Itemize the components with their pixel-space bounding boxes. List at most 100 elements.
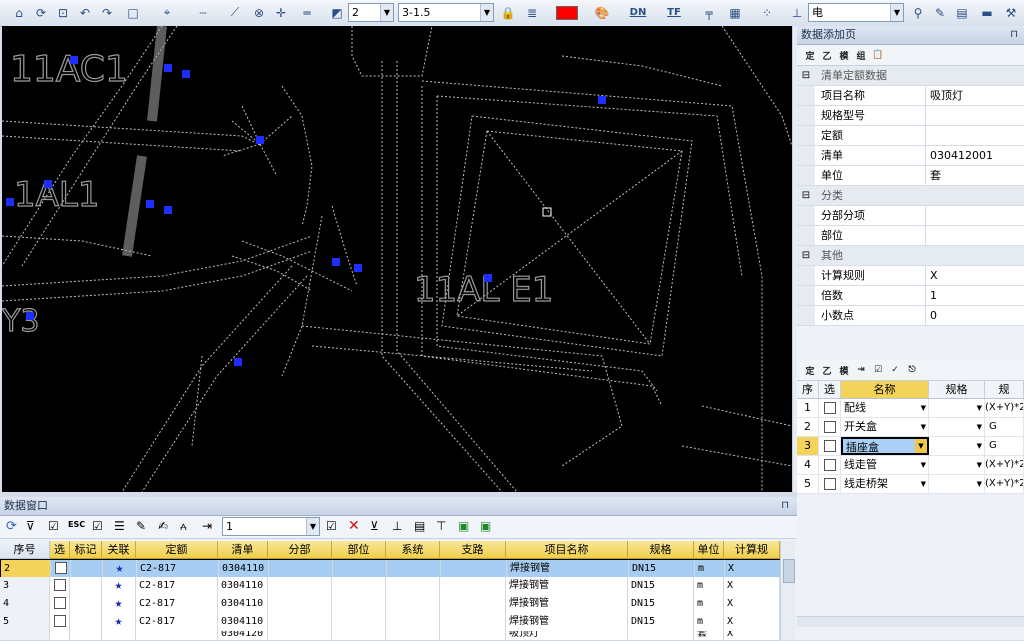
tools-icon[interactable]: ⚒ bbox=[1002, 3, 1020, 22]
light-fixture-marker[interactable] bbox=[354, 264, 362, 272]
star-icon[interactable]: ★ bbox=[103, 560, 137, 578]
sub-grid-row[interactable]: 5 线走桥架 ▼ ▼ (X+Y)*2 bbox=[797, 475, 1024, 494]
select-rect-icon[interactable]: □ bbox=[124, 3, 142, 22]
light-fixture-marker[interactable] bbox=[164, 206, 172, 214]
grid-icon[interactable]: ▦ bbox=[726, 3, 744, 22]
row-checkbox[interactable] bbox=[53, 597, 66, 609]
light-fixture-marker[interactable] bbox=[234, 358, 242, 366]
text-icon[interactable]: ≣ bbox=[522, 3, 542, 22]
sub-grid-row[interactable]: 4 线走管 ▼ ▼ (X+Y)*2 bbox=[797, 456, 1024, 475]
pipe-bend-icon[interactable]: ⊥ bbox=[788, 3, 806, 22]
layer-combo[interactable]: 2 ▼ bbox=[348, 3, 394, 22]
check-all-icon[interactable]: ☑ bbox=[92, 519, 103, 533]
pin-icon[interactable]: ⊓ bbox=[781, 497, 789, 515]
table-row-selected[interactable]: 2 ★ C2-817 0304110 焊接钢管 DN15 m X bbox=[0, 559, 782, 579]
undo-icon[interactable]: ↶ bbox=[76, 3, 94, 22]
chevron-down-icon[interactable]: ▼ bbox=[915, 439, 927, 453]
sub-tool-b[interactable]: 乙 bbox=[820, 364, 834, 377]
row-checkbox[interactable] bbox=[53, 579, 66, 591]
prop-tool-b[interactable]: 乙 bbox=[820, 49, 834, 62]
crosshair-icon[interactable]: ⌖ bbox=[158, 3, 176, 22]
zoom-extents-icon[interactable]: ⊡ bbox=[54, 3, 72, 22]
light-fixture-marker[interactable] bbox=[26, 312, 34, 320]
prop-row[interactable]: 规格型号 bbox=[797, 106, 1024, 126]
chevron-down-icon[interactable]: ▼ bbox=[380, 4, 393, 21]
prop-row[interactable]: 项目名称 吸顶灯 bbox=[797, 86, 1024, 106]
esc-icon[interactable]: ESC bbox=[68, 520, 85, 529]
document-icon[interactable]: ▤ bbox=[954, 3, 970, 22]
name-cell-editing[interactable]: 插座盒 ▼ bbox=[841, 437, 929, 455]
collapse-icon[interactable]: ⊟ bbox=[797, 246, 815, 265]
list-icon[interactable]: ☰ bbox=[114, 519, 125, 533]
chevron-down-icon[interactable]: ▼ bbox=[480, 4, 493, 21]
prop-row[interactable]: 清单 030412001 bbox=[797, 146, 1024, 166]
light-fixture-marker[interactable] bbox=[332, 258, 340, 266]
row-checkbox[interactable] bbox=[823, 402, 836, 414]
table-row[interactable]: 4 ★ C2-817 0304110 焊接钢管 DN15 m X bbox=[0, 595, 780, 614]
check-icon[interactable]: ☑ bbox=[871, 365, 885, 375]
sub-tool-template[interactable]: 模 bbox=[837, 364, 851, 377]
polyline-icon[interactable]: ⟋ bbox=[226, 3, 244, 22]
row-checkbox[interactable] bbox=[54, 562, 67, 574]
tf-button[interactable]: TF bbox=[664, 3, 684, 22]
prop-row[interactable]: 分部分项 bbox=[797, 206, 1024, 226]
prop-row[interactable]: 部位 bbox=[797, 226, 1024, 246]
page-combo[interactable]: 1 ▼ bbox=[222, 517, 320, 536]
insert-icon[interactable]: ⇥ bbox=[854, 365, 868, 375]
dotted-line-icon[interactable]: ┄ bbox=[192, 3, 214, 22]
category-quota[interactable]: ⊟ 清单定额数据 bbox=[797, 66, 1024, 86]
prop-tool-template[interactable]: 模 bbox=[837, 49, 851, 62]
esc-icon[interactable]: ⎋ bbox=[905, 365, 919, 375]
edit-icon[interactable]: ✎ bbox=[932, 3, 948, 22]
binoculars-icon[interactable]: ⚲ bbox=[910, 3, 926, 22]
lock-icon[interactable]: 🔒 bbox=[500, 3, 516, 22]
light-fixture-marker[interactable] bbox=[182, 70, 190, 78]
category-other[interactable]: ⊟ 其他 bbox=[797, 246, 1024, 266]
refresh-icon[interactable]: ⟳ bbox=[6, 519, 17, 534]
star-icon[interactable]: ★ bbox=[102, 613, 136, 631]
dots-icon[interactable]: ⁘ bbox=[758, 3, 776, 22]
chevron-down-icon[interactable]: ▼ bbox=[921, 456, 926, 474]
dn-button[interactable]: DN bbox=[628, 3, 648, 22]
scale-combo[interactable]: 3-1.5 ▼ bbox=[398, 3, 494, 22]
edit-icon[interactable]: ✎ bbox=[136, 519, 146, 533]
row-checkbox[interactable] bbox=[823, 478, 836, 490]
sub-grid-hscrollbar[interactable] bbox=[797, 616, 1024, 627]
chevron-down-icon[interactable]: ▼ bbox=[977, 475, 982, 493]
paint-icon[interactable]: 🎨 bbox=[592, 3, 612, 22]
light-fixture-marker[interactable] bbox=[70, 56, 78, 64]
prop-row[interactable]: 小数点 0 bbox=[797, 306, 1024, 326]
chevron-down-icon[interactable]: ▼ bbox=[977, 437, 982, 455]
snap-icon[interactable]: ✛ bbox=[272, 3, 290, 22]
line-style-icon[interactable]: ═ bbox=[296, 3, 318, 22]
prop-row[interactable]: 计算规则 X bbox=[797, 266, 1024, 286]
pen-icon[interactable]: ✍ bbox=[158, 519, 168, 533]
check-all-icon[interactable]: ✓ bbox=[888, 365, 902, 375]
star-icon[interactable]: ★ bbox=[102, 577, 136, 595]
layer-icon[interactable]: ◩ bbox=[328, 3, 346, 22]
light-fixture-marker[interactable] bbox=[256, 136, 264, 144]
chevron-down-icon[interactable]: ▼ bbox=[890, 4, 903, 21]
prop-row[interactable]: 倍数 1 bbox=[797, 286, 1024, 306]
redo-icon[interactable]: ↷ bbox=[98, 3, 116, 22]
light-fixture-marker[interactable] bbox=[164, 64, 172, 72]
sub-grid-row[interactable]: 1 配线 ▼ ▼ (X+Y)*2 bbox=[797, 399, 1024, 418]
sub-tool-quota[interactable]: 定 bbox=[803, 364, 817, 377]
light-fixture-marker[interactable] bbox=[44, 180, 52, 188]
sub-grid-row-selected[interactable]: 3 插座盒 ▼ ▼ G bbox=[797, 437, 1024, 456]
table-row[interactable]: 5 ★ C2-817 0304110 焊接钢管 DN15 m X bbox=[0, 613, 780, 632]
no-snap-icon[interactable]: ⊗ bbox=[250, 3, 268, 22]
check-icon[interactable]: ☑ bbox=[326, 519, 337, 533]
sum-down-icon[interactable]: ⊤ bbox=[436, 519, 446, 533]
light-fixture-marker[interactable] bbox=[484, 274, 492, 282]
system-combo[interactable]: 电 ▼ bbox=[808, 3, 904, 22]
pipe-icon[interactable]: ╤ bbox=[698, 3, 720, 22]
table-row[interactable]: 3 ★ C2-817 0304110 焊接钢管 DN15 m X bbox=[0, 577, 780, 596]
collapse-icon[interactable]: ⊟ bbox=[797, 66, 815, 85]
row-checkbox[interactable] bbox=[823, 459, 836, 471]
filter-icon[interactable]: ⊽ bbox=[26, 519, 35, 533]
refresh-icon[interactable]: ⟳ bbox=[32, 3, 50, 22]
table-icon[interactable]: ▤ bbox=[414, 519, 425, 533]
light-fixture-marker[interactable] bbox=[598, 96, 606, 104]
chevron-down-icon[interactable]: ▼ bbox=[977, 456, 982, 474]
